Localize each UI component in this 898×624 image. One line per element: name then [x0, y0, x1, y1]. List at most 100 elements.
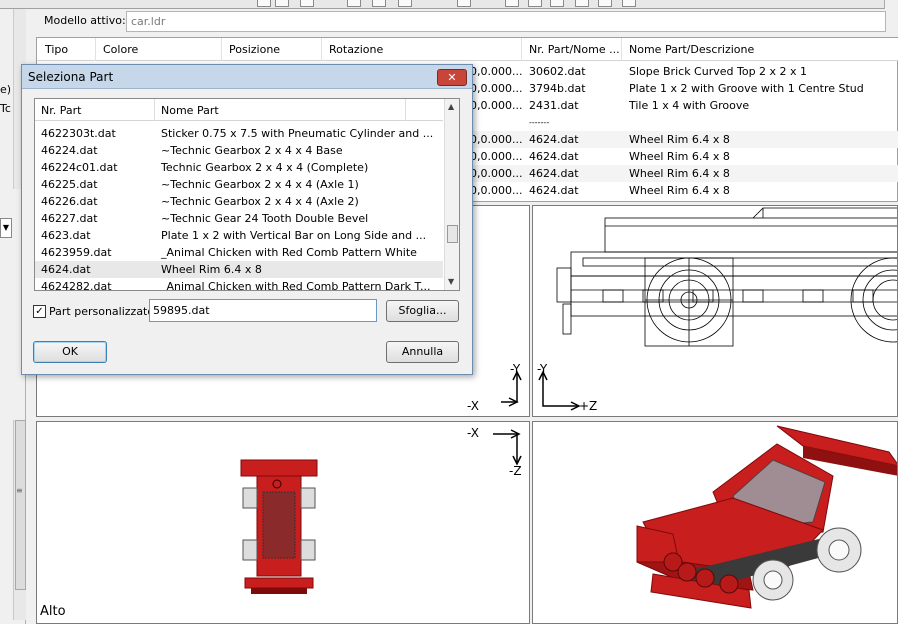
cell-part: 3794b.dat	[529, 82, 586, 95]
viewport-side[interactable]: -Y +Z	[532, 205, 898, 417]
toolbar-button[interactable]	[505, 0, 519, 7]
list-item[interactable]: 4622303t.dat Sticker 0.75 x 7.5 with Pne…	[35, 125, 443, 142]
viewport-top[interactable]: -X -Z Alto	[36, 421, 530, 624]
cell-desc: Wheel Rim 6.4 x 8	[629, 133, 730, 146]
part-id: 46224.dat	[41, 144, 98, 157]
viewport-3d[interactable]	[532, 421, 898, 624]
toolbar-button[interactable]	[300, 0, 314, 7]
part-name: ~Technic Gearbox 2 x 4 x 4 (Axle 1)	[161, 178, 359, 191]
axis-label-y: -Y	[537, 362, 548, 376]
column-divider[interactable]	[95, 38, 96, 61]
list-item[interactable]: 4623.dat Plate 1 x 2 with Vertical Bar o…	[35, 227, 443, 244]
custom-part-label: Part personalizzato:	[49, 305, 158, 318]
toolbar-button[interactable]	[372, 0, 386, 7]
cell-rotation: 0,0.000...	[470, 133, 523, 146]
cancel-button[interactable]: Annulla	[386, 341, 459, 363]
table-header: Tipo Colore Posizione Rotazione Nr. Part…	[37, 38, 898, 61]
left-scrollbar[interactable]: ≡	[13, 420, 26, 620]
cell-rotation: 0,0.000...	[470, 167, 523, 180]
toolbar-button[interactable]	[457, 0, 471, 7]
cell-desc: Slope Brick Curved Top 2 x 2 x 1	[629, 65, 808, 78]
3d-car-render	[636, 425, 897, 609]
cell-part: 4624.dat	[529, 167, 579, 180]
column-header-posizione[interactable]: Posizione	[229, 43, 280, 56]
list-item[interactable]: 46226.dat ~Technic Gearbox 2 x 4 x 4 (Ax…	[35, 193, 443, 210]
toolbar-button[interactable]	[257, 0, 271, 7]
part-id: 46225.dat	[41, 178, 98, 191]
column-divider[interactable]	[154, 99, 155, 121]
column-header-descrizione[interactable]: Nome Part/Descrizione	[629, 43, 754, 56]
toolbar-button[interactable]	[398, 0, 412, 7]
cell-rotation: 0,0.000...	[470, 65, 523, 78]
part-id: 4624282.dat	[41, 280, 112, 291]
axis-label-x: -X	[467, 399, 479, 413]
toolbar-button[interactable]	[528, 0, 542, 7]
left-dropdown-arrow[interactable]: ▼	[0, 218, 12, 238]
list-header: Nr. Part Nome Part	[35, 99, 443, 121]
cell-desc: Tile 1 x 4 with Groove	[629, 99, 750, 112]
column-header-rotazione[interactable]: Rotazione	[329, 43, 383, 56]
list-scrollbar[interactable]: ▲ ▼	[444, 99, 459, 290]
list-item[interactable]: 46224.dat ~Technic Gearbox 2 x 4 x 4 Bas…	[35, 142, 443, 159]
cell-part: 30602.dat	[529, 65, 586, 78]
column-header-nr-part[interactable]: Nr. Part	[41, 104, 81, 117]
axis-label-z: +Z	[579, 399, 598, 413]
column-divider[interactable]	[321, 38, 322, 61]
column-divider[interactable]	[621, 38, 622, 61]
part-id: 46224c01.dat	[41, 161, 118, 174]
toolbar	[0, 0, 898, 9]
top-view-drawing	[240, 429, 522, 594]
list-item[interactable]: 46224c01.dat Technic Gearbox 2 x 4 x 4 (…	[35, 159, 443, 176]
cell-rotation: 0,0.000...	[470, 82, 523, 95]
viewport-name: Alto	[40, 604, 66, 619]
toolbar-button[interactable]	[575, 0, 589, 7]
toolbar-button[interactable]	[275, 0, 289, 7]
column-divider[interactable]	[405, 99, 406, 121]
list-item-selected[interactable]: 4624.dat Wheel Rim 6.4 x 8	[35, 261, 443, 278]
custom-part-checkbox[interactable]: ✓	[33, 305, 46, 318]
scroll-up-icon[interactable]: ▲	[448, 102, 454, 111]
close-icon: ✕	[447, 71, 457, 84]
scroll-thumb[interactable]	[15, 420, 26, 590]
part-name: ~Technic Gear 24 Tooth Double Bevel	[161, 212, 369, 225]
toolbar-button[interactable]	[598, 0, 612, 7]
toolbar-button[interactable]	[622, 0, 636, 7]
part-name: Technic Gearbox 2 x 4 x 4 (Complete)	[161, 161, 369, 174]
column-header-colore[interactable]: Colore	[103, 43, 138, 56]
list-item[interactable]: 46227.dat ~Technic Gear 24 Tooth Double …	[35, 210, 443, 227]
scroll-down-icon[interactable]: ▼	[448, 277, 454, 286]
column-header-nome-part[interactable]: Nome Part	[161, 104, 219, 117]
list-item[interactable]: 4623959.dat _Animal Chicken with Red Com…	[35, 244, 443, 261]
column-divider[interactable]	[521, 38, 522, 61]
toolbar-button[interactable]	[550, 0, 564, 7]
part-name: Wheel Rim 6.4 x 8	[161, 263, 262, 276]
part-name: Sticker 0.75 x 7.5 with Pneumatic Cylind…	[161, 127, 434, 140]
model-label: Modello attivo:	[44, 14, 126, 27]
column-divider[interactable]	[221, 38, 222, 61]
toolbar-button[interactable]	[347, 0, 361, 7]
cell-rotation: 0,0.000...	[470, 99, 523, 112]
cell-part: 4624.dat	[529, 150, 579, 163]
axis-label-z: -Z	[509, 464, 522, 478]
close-button[interactable]: ✕	[437, 69, 467, 86]
part-name: ~Technic Gearbox 2 x 4 x 4 (Axle 2)	[161, 195, 359, 208]
part-id: 4623.dat	[41, 229, 91, 242]
column-header-nr-part[interactable]: Nr. Part/Nome ...	[529, 43, 620, 56]
model-input[interactable]: car.ldr	[126, 11, 886, 32]
dialog-titlebar[interactable]: Seleziona Part ✕	[22, 65, 472, 89]
scroll-thumb[interactable]	[447, 225, 458, 243]
part-id: 46226.dat	[41, 195, 98, 208]
list-item[interactable]: 46225.dat ~Technic Gearbox 2 x 4 x 4 (Ax…	[35, 176, 443, 193]
part-id: 4622303t.dat	[41, 127, 116, 140]
list-item[interactable]: 4624282.dat _Animal Chicken with Red Com…	[35, 278, 443, 291]
part-list[interactable]: Nr. Part Nome Part 4622303t.dat Sticker …	[34, 98, 460, 291]
cell-part: 2431.dat	[529, 99, 579, 112]
left-panel-label: e)	[0, 83, 12, 96]
cell-rotation: 0,0.000...	[470, 184, 523, 197]
browse-button[interactable]: Sfoglia...	[386, 300, 459, 322]
ok-button[interactable]: OK	[33, 341, 107, 363]
column-header-tipo[interactable]: Tipo	[45, 43, 68, 56]
cell-part: -------	[529, 118, 550, 127]
custom-part-input[interactable]: 59895.dat	[149, 299, 377, 322]
part-id: 4624.dat	[41, 263, 91, 276]
